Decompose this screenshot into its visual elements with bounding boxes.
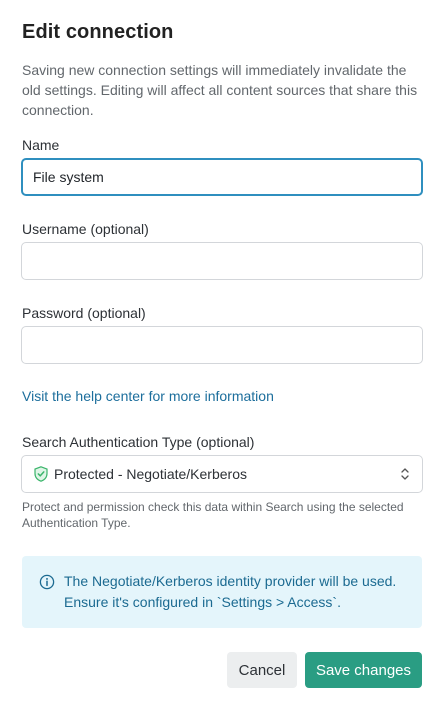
- dialog-description: Saving new connection settings will imme…: [22, 62, 418, 118]
- chevron-up-down-icon: [400, 466, 410, 482]
- auth-type-select[interactable]: Protected - Negotiate/Kerberos: [21, 455, 423, 493]
- save-changes-button[interactable]: Save changes: [305, 652, 422, 688]
- info-icon: [39, 574, 55, 590]
- name-label: Name: [22, 137, 60, 153]
- name-input[interactable]: [21, 158, 423, 196]
- auth-type-label: Search Authentication Type (optional): [22, 434, 255, 450]
- dialog-title: Edit connection: [22, 21, 174, 43]
- info-callout: The Negotiate/Kerberos identity provider…: [22, 556, 422, 628]
- auth-type-value: Protected - Negotiate/Kerberos: [54, 466, 247, 482]
- auth-type-hint: Protect and permission check this data w…: [22, 500, 404, 530]
- password-label: Password (optional): [22, 305, 146, 321]
- cancel-button[interactable]: Cancel: [227, 652, 297, 688]
- shield-check-icon: [34, 466, 48, 482]
- edit-connection-dialog: Edit connection Saving new connection se…: [0, 0, 444, 709]
- username-label: Username (optional): [22, 221, 149, 237]
- password-input[interactable]: [21, 326, 423, 364]
- username-input[interactable]: [21, 242, 423, 280]
- callout-message: The Negotiate/Kerberos identity provider…: [64, 573, 397, 610]
- help-center-link[interactable]: Visit the help center for more informati…: [22, 388, 274, 404]
